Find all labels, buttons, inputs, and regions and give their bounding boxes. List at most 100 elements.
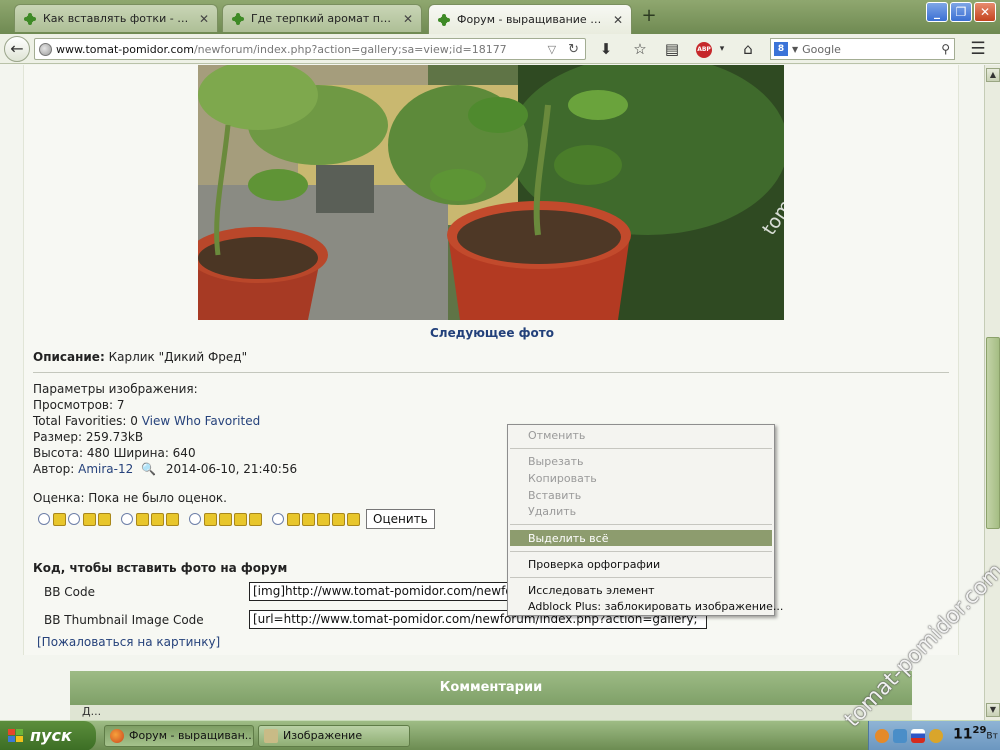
image-viewer-icon <box>264 729 278 743</box>
close-window-button[interactable]: ✕ <box>974 2 996 22</box>
language-flag-icon[interactable] <box>911 729 925 743</box>
network-icon[interactable] <box>893 729 907 743</box>
rating-label: Оценка: Пока не было оценок. <box>33 491 227 505</box>
favorites-line: Total Favorities: 0 View Who Favorited <box>33 413 297 429</box>
menu-separator <box>510 524 772 525</box>
tab-1[interactable]: Как вставлять фотки - част... ✕ <box>14 4 218 32</box>
download-icon[interactable]: ⬇ <box>596 40 616 58</box>
star-icon <box>332 512 345 526</box>
rating-radio-3[interactable] <box>121 513 133 525</box>
search-input[interactable]: Google <box>802 43 941 56</box>
magnifier-icon[interactable]: 🔍 <box>141 462 156 476</box>
menu-item-delete[interactable]: Удалить <box>528 505 576 518</box>
bookmarks-list-icon[interactable]: ▤ <box>662 40 682 58</box>
url-text: www.tomat-pomidor.com/newforum/index.php… <box>56 43 542 56</box>
address-bar[interactable]: www.tomat-pomidor.com/newforum/index.php… <box>34 38 586 60</box>
start-button[interactable]: пуск <box>0 721 96 750</box>
author-label: Автор: <box>33 462 75 476</box>
params-header: Параметры изображения: <box>33 382 198 396</box>
dropdown-arrow-icon[interactable]: ▽ <box>548 43 556 56</box>
next-photo-link[interactable]: Следующее фото <box>0 326 984 340</box>
star-icon <box>98 512 111 526</box>
description-value: Карлик "Дикий Фред" <box>108 350 248 364</box>
minimize-button[interactable]: _ <box>926 2 948 22</box>
page-viewport: tomat-pomidor.com Следующее фото Описани… <box>0 65 984 720</box>
star-icon <box>317 512 330 526</box>
tray-arrow-icon[interactable] <box>875 729 889 743</box>
rating-radio-2[interactable] <box>68 513 80 525</box>
screen: Как вставлять фотки - част... ✕ Где терп… <box>0 0 1000 750</box>
star-icon <box>53 512 66 526</box>
rating-row: Оценить <box>38 508 435 530</box>
bookmark-star-icon[interactable]: ☆ <box>630 40 650 58</box>
star-icon <box>136 512 149 526</box>
chevron-down-icon[interactable]: ▼ <box>792 45 798 54</box>
menu-separator <box>510 448 772 449</box>
tomato-photo-illustration <box>198 65 784 320</box>
tab-title: Форум - выращивание тома... <box>457 13 607 26</box>
menu-icon[interactable]: ☰ <box>968 40 988 58</box>
report-image-link[interactable]: [Пожаловаться на картинку] <box>37 635 220 649</box>
new-tab-button[interactable]: + <box>638 6 660 28</box>
bb-thumb-label: BB Thumbnail Image Code <box>44 613 204 627</box>
tray-app-icon[interactable] <box>929 729 943 743</box>
home-icon[interactable]: ⌂ <box>738 40 758 58</box>
divider <box>33 372 949 373</box>
star-icon <box>302 512 315 526</box>
comments-subheader: Д... <box>70 705 912 720</box>
comments-header: Комментарии <box>70 671 912 705</box>
search-bar[interactable]: 8 ▼ Google ⚲ <box>770 38 955 60</box>
menu-item-inspect[interactable]: Исследовать элемент <box>528 584 655 597</box>
rate-button[interactable]: Оценить <box>366 509 435 529</box>
menu-item-paste[interactable]: Вставить <box>528 489 581 502</box>
maximize-button[interactable]: ❐ <box>950 2 972 22</box>
reload-icon[interactable]: ↻ <box>568 42 579 57</box>
tab-2[interactable]: Где терпкий аромат полын... ✕ <box>222 4 422 32</box>
page-scrollbar[interactable]: ▲ ▼ <box>984 65 1000 720</box>
scroll-down-arrow-icon[interactable]: ▼ <box>986 703 1000 717</box>
tomato-photo[interactable]: tomat-pomidor.com <box>198 65 784 320</box>
menu-item-adblock[interactable]: Adblock Plus: заблокировать изображение.… <box>528 600 783 613</box>
menu-item-undo[interactable]: Отменить <box>528 429 585 442</box>
image-parameters: Параметры изображения: Просмотров: 7 Tot… <box>33 381 297 477</box>
clock[interactable]: 1129Вт <box>953 725 998 743</box>
star-icon <box>83 512 96 526</box>
menu-item-cut[interactable]: Вырезать <box>528 455 583 468</box>
close-icon[interactable]: ✕ <box>613 13 623 27</box>
scrollbar-thumb[interactable] <box>986 337 1000 529</box>
rating-radio-1[interactable] <box>38 513 50 525</box>
menu-item-copy[interactable]: Копировать <box>528 472 597 485</box>
star-icon <box>166 512 179 526</box>
taskbar-item-image[interactable]: Изображение <box>258 725 410 747</box>
adblock-dropdown-icon[interactable]: ▾ <box>712 40 732 58</box>
adblock-icon[interactable]: ABP <box>696 42 712 58</box>
star-icon <box>219 512 232 526</box>
menu-item-select-all[interactable]: Выделить всё <box>528 532 608 545</box>
arrow-left-icon: ← <box>10 39 24 58</box>
favorites-count: Total Favorities: 0 <box>33 414 138 428</box>
search-icon[interactable]: ⚲ <box>941 42 950 56</box>
embed-code-title: Код, чтобы вставить фото на форум <box>33 561 288 575</box>
tab-3-active[interactable]: Форум - выращивание тома... ✕ <box>428 4 632 34</box>
back-button[interactable]: ← <box>4 36 30 62</box>
author-link[interactable]: Amira-12 <box>78 462 133 476</box>
taskbar-item-firefox[interactable]: Форум - выращиван... <box>104 725 254 747</box>
tomato-favicon-icon <box>231 12 245 26</box>
star-icon <box>204 512 217 526</box>
rating-radio-4[interactable] <box>189 513 201 525</box>
view-who-favorited-link[interactable]: View Who Favorited <box>142 414 261 428</box>
star-icon <box>151 512 164 526</box>
url-domain: www.tomat-pomidor.com <box>56 42 194 56</box>
menu-separator <box>510 577 772 578</box>
rating-radio-5[interactable] <box>272 513 284 525</box>
tomato-favicon-icon <box>23 12 37 26</box>
close-icon[interactable]: ✕ <box>403 12 413 26</box>
close-icon[interactable]: ✕ <box>199 12 209 26</box>
star-icon <box>287 512 300 526</box>
menu-item-spellcheck[interactable]: Проверка орфографии <box>528 558 660 571</box>
description-label: Описание: <box>33 350 105 364</box>
scroll-up-arrow-icon[interactable]: ▲ <box>986 68 1000 82</box>
browser-titlebar: Как вставлять фотки - част... ✕ Где терп… <box>0 0 1000 34</box>
star-icon <box>347 512 360 526</box>
upload-date: 2014-06-10, 21:40:56 <box>165 462 298 476</box>
